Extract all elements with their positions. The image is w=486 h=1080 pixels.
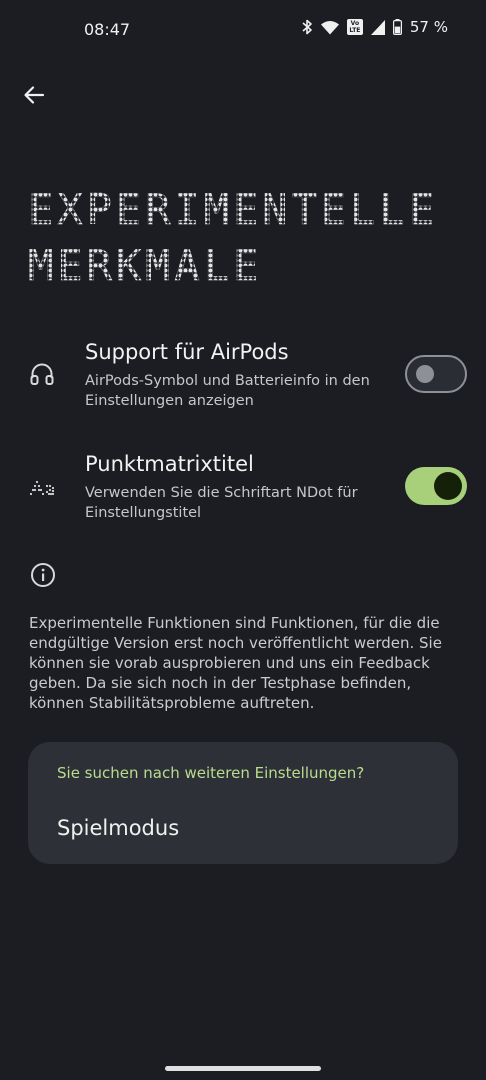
arrow-left-icon [24, 86, 45, 104]
info-icon [30, 562, 56, 588]
more-settings-card: Sie suchen nach weiteren Einstellungen? … [28, 742, 458, 864]
setting-dot-matrix-title: Punktmatrixtitel [85, 452, 254, 476]
page-title-line-1: EXPERIMENTELLE [28, 182, 458, 238]
toggle-knob [434, 472, 462, 500]
more-settings-header: Sie suchen nach weiteren Einstellungen? [57, 764, 365, 782]
page-title-line-2: MERKMALE [28, 238, 458, 294]
dot-matrix-titles-toggle[interactable] [405, 467, 467, 505]
signal-icon [370, 19, 385, 35]
volte-icon: Vo LTE [346, 19, 363, 35]
setting-airpods-description: AirPods-Symbol und Batterieinfo in den E… [85, 373, 370, 409]
airpods-support-toggle[interactable] [405, 355, 467, 393]
status-icons: Vo LTE 57 % [301, 18, 448, 36]
setting-airpods-title: Support für AirPods [85, 340, 289, 364]
bluetooth-icon [301, 19, 313, 35]
battery-icon [392, 19, 402, 35]
setting-airpods-support[interactable]: Support für AirPods AirPods-Symbol und B… [0, 338, 486, 428]
game-mode-link[interactable]: Spielmodus [57, 816, 179, 840]
page-title: EXPERIMENTELLE MERKMALE [28, 182, 458, 294]
setting-dot-matrix-titles[interactable]: Punktmatrixtitel Verwenden Sie die Schri… [0, 450, 486, 540]
status-time: 08:47 [84, 20, 131, 39]
home-indicator[interactable] [165, 1066, 321, 1071]
wifi-icon [320, 20, 339, 35]
setting-dot-matrix-description: Verwenden Sie die Schriftart NDot für Ei… [85, 485, 358, 521]
headphones-icon [28, 360, 56, 388]
back-button[interactable] [18, 80, 50, 110]
toggle-knob [416, 365, 434, 383]
status-bar: 08:47 Vo LTE 57 % [0, 0, 486, 60]
dot-matrix-font-icon [28, 472, 56, 500]
info-text: Experimentelle Funktionen sind Funktione… [29, 614, 442, 712]
battery-percent: 57 % [409, 18, 448, 36]
